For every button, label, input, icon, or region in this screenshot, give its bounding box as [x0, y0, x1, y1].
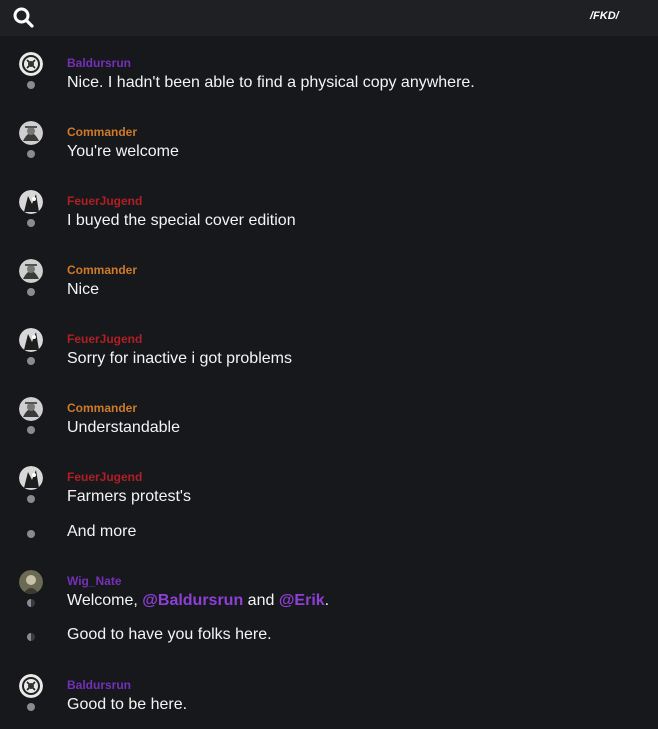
- bullet-dot-icon: [27, 530, 35, 538]
- message-text: Farmers protest's: [67, 488, 191, 505]
- author-name[interactable]: FeuerJugend: [67, 194, 142, 208]
- message-text: You're welcome: [67, 143, 179, 160]
- author-name[interactable]: Commander: [67, 401, 137, 415]
- message-line: Nice: [0, 279, 658, 305]
- welcome-middle: and: [243, 592, 279, 609]
- message-text: Nice: [67, 281, 100, 298]
- message-line: Good to have you folks here.: [0, 624, 658, 650]
- message-line: Sorry for inactive i got problems: [0, 348, 658, 374]
- mention-link[interactable]: @Baldursrun: [142, 592, 243, 609]
- author-name[interactable]: Baldursrun: [67, 56, 131, 70]
- message-line: Good to be here.: [0, 694, 658, 720]
- author-name[interactable]: Commander: [67, 263, 137, 277]
- mention-link[interactable]: @Erik: [279, 592, 325, 609]
- message-text: Understandable: [67, 419, 180, 436]
- welcome-prefix: Welcome,: [67, 592, 143, 609]
- bullet-dot-icon: [27, 219, 35, 227]
- bullet-dot-icon: [27, 288, 35, 296]
- bullet-dot-icon: [27, 703, 35, 711]
- message-line: And more: [0, 521, 658, 547]
- message-line: You're welcome: [0, 141, 658, 167]
- message-text: Welcome, @Baldursrun and @Erik.: [67, 592, 329, 610]
- author-name[interactable]: FeuerJugend: [67, 332, 142, 346]
- message-text: Nice. I hadn't been able to find a physi…: [67, 74, 475, 91]
- channel-label[interactable]: /FKD/: [590, 10, 619, 22]
- message-line: I buyed the special cover edition: [0, 210, 658, 236]
- message-text: Good to have you folks here.: [67, 626, 272, 643]
- bullet-dot-icon: [27, 357, 35, 365]
- bullet-dot-icon: [27, 599, 35, 607]
- message-text: Good to be here.: [67, 696, 188, 713]
- author-name[interactable]: FeuerJugend: [67, 470, 142, 484]
- bullet-dot-icon: [27, 495, 35, 503]
- welcome-suffix: .: [324, 592, 330, 609]
- bullet-dot-icon: [27, 633, 35, 641]
- message-line: Understandable: [0, 417, 658, 443]
- bullet-dot-icon: [27, 426, 35, 434]
- message-line: Welcome, @Baldursrun and @Erik.: [0, 590, 658, 616]
- message-text: And more: [67, 523, 137, 540]
- author-name[interactable]: Commander: [67, 125, 137, 139]
- message-text: Sorry for inactive i got problems: [67, 350, 292, 367]
- author-name[interactable]: Baldursrun: [67, 678, 131, 692]
- bullet-dot-icon: [27, 81, 35, 89]
- message-text: I buyed the special cover edition: [67, 212, 296, 229]
- bullet-dot-icon: [27, 150, 35, 158]
- search-icon[interactable]: [12, 6, 36, 30]
- message-line: Nice. I hadn't been able to find a physi…: [0, 72, 658, 98]
- author-name[interactable]: Wig_Nate: [67, 574, 122, 588]
- message-feed: Baldursrun Nice. I hadn't been able to f…: [0, 36, 658, 729]
- message-line: Farmers protest's: [0, 486, 658, 512]
- top-bar: /FKD/: [0, 0, 658, 36]
